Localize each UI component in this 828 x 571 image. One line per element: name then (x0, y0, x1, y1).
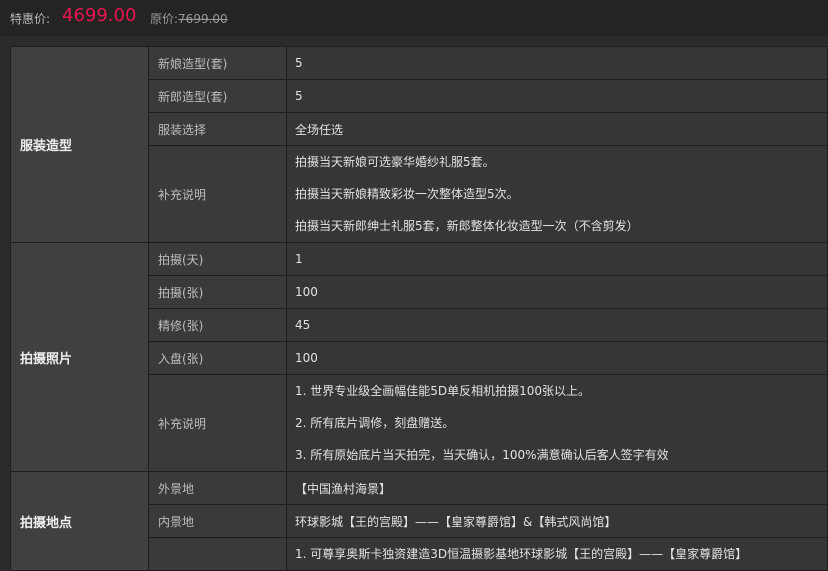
note-line: 拍摄当天新郎绅士礼服5套，新郎整体化妆造型一次（不含剪发） (295, 219, 639, 233)
row-value: 100 (286, 275, 828, 309)
row-key: 新娘造型(套) (148, 46, 287, 80)
row-key: 拍摄(张) (148, 275, 287, 309)
package-spec-table: 服装造型 新娘造型(套) 5 新郎造型(套) 5 服装选择 全场任选 补充说明 … (10, 46, 828, 571)
group-title-location: 拍摄地点 (10, 471, 149, 571)
note-line: 2. 所有底片调修，刻盘赠送。 (295, 416, 455, 430)
special-price-label: 特惠价: (10, 12, 51, 26)
row-value: 1 (286, 242, 828, 276)
note-line: 1. 可尊享奥斯卡独资建造3D恒温摄影基地环球影城【王的宫殿】——【皇家尊爵馆】 (295, 547, 748, 561)
row-key: 补充说明 (148, 374, 287, 472)
row-value: 5 (286, 79, 828, 113)
group-title-costume: 服装造型 (10, 46, 149, 243)
note-cell: 拍摄当天新娘可选豪华婚纱礼服5套。 拍摄当天新娘精致彩妆一次整体造型5次。 拍摄… (286, 145, 828, 243)
row-key: 补充说明 (148, 145, 287, 243)
table-row: 拍摄地点 外景地 【中国渔村海景】 (10, 471, 828, 571)
table-row: 服装造型 新娘造型(套) 5 (10, 46, 828, 243)
row-value: 环球影城【王的宫殿】——【皇家尊爵馆】&【韩式风尚馆】 (286, 504, 828, 538)
note-cell: 1. 世界专业级全画幅佳能5D单反相机拍摄100张以上。 2. 所有底片调修，刻… (286, 374, 828, 472)
row-value: 100 (286, 341, 828, 375)
original-price-value: 7699.00 (178, 12, 228, 26)
original-price: 原价:7699.00 (150, 10, 228, 27)
note-line: 1. 世界专业级全画幅佳能5D单反相机拍摄100张以上。 (295, 384, 591, 398)
row-key: 精修(张) (148, 308, 287, 342)
row-key: 服装选择 (148, 112, 287, 146)
row-value: 【中国渔村海景】 (286, 471, 828, 505)
row-key (148, 537, 287, 571)
row-key: 外景地 (148, 471, 287, 505)
special-price-value: 4699.00 (62, 5, 137, 26)
row-value: 45 (286, 308, 828, 342)
row-key: 内景地 (148, 504, 287, 538)
table-row: 拍摄照片 拍摄(天) 1 (10, 242, 828, 472)
row-value: 5 (286, 46, 828, 80)
note-line: 3. 所有原始底片当天拍完，当天确认，100%满意确认后客人签字有效 (295, 448, 669, 462)
note-cell: 1. 可尊享奥斯卡独资建造3D恒温摄影基地环球影城【王的宫殿】——【皇家尊爵馆】 (286, 537, 828, 571)
group-title-photos: 拍摄照片 (10, 242, 149, 472)
original-price-label: 原价: (150, 12, 179, 26)
note-line: 拍摄当天新娘精致彩妆一次整体造型5次。 (295, 187, 519, 201)
price-bar: 特惠价: 4699.00 原价:7699.00 (0, 0, 828, 36)
row-key: 入盘(张) (148, 341, 287, 375)
row-key: 拍摄(天) (148, 242, 287, 276)
note-line: 拍摄当天新娘可选豪华婚纱礼服5套。 (295, 155, 495, 169)
row-key: 新郎造型(套) (148, 79, 287, 113)
row-value: 全场任选 (286, 112, 828, 146)
